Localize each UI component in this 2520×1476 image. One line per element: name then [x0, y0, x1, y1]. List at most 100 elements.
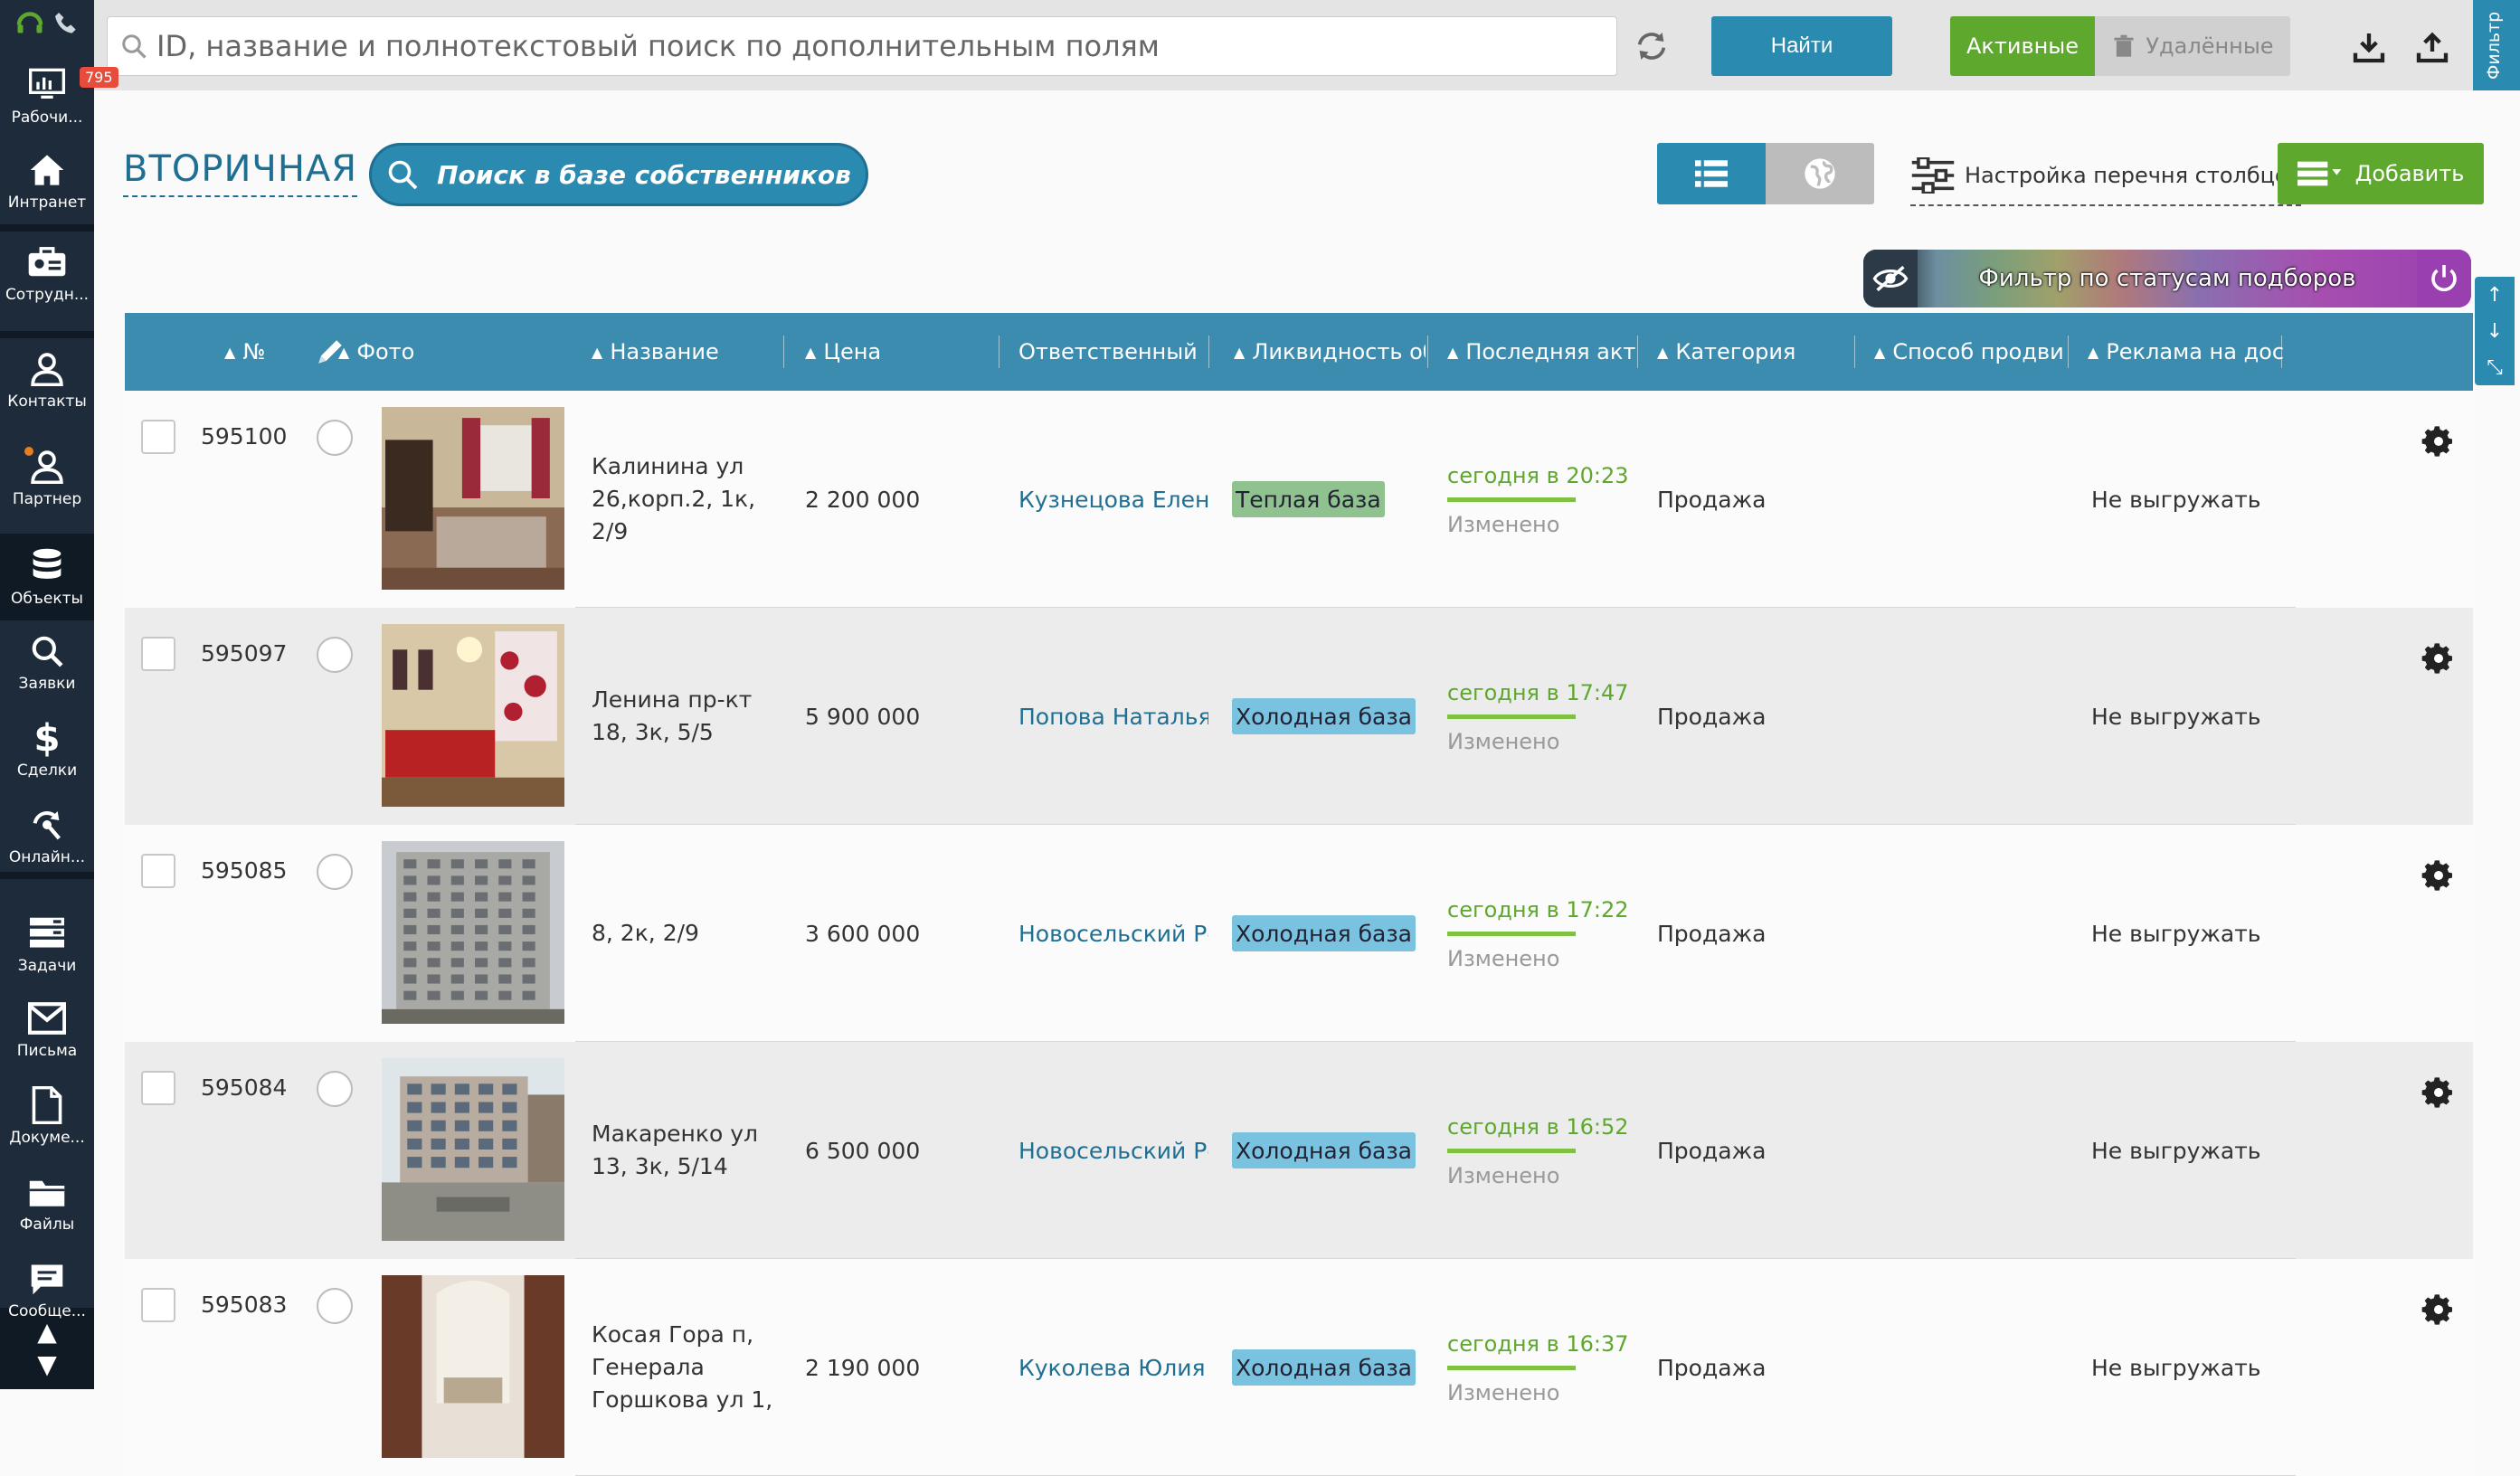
- sidebar-item-message[interactable]: Сообще...: [0, 1246, 94, 1333]
- sidebar-item-search[interactable]: Заявки: [0, 619, 94, 705]
- row-radio[interactable]: [317, 420, 353, 456]
- sort-arrow-icon[interactable]: ▲: [1657, 344, 1668, 361]
- column-header[interactable]: ▲ Реклама на дос: [2088, 313, 2283, 391]
- sidebar-item-document[interactable]: Докуме...: [0, 1073, 94, 1159]
- active-filter-button[interactable]: Активные: [1950, 16, 2095, 76]
- row-radio[interactable]: [317, 1288, 353, 1324]
- list-view-button[interactable]: [1657, 143, 1766, 204]
- upload-button[interactable]: [2410, 25, 2455, 69]
- object-name[interactable]: Калинина ул 26,корп.2, 1к, 2/9: [592, 391, 782, 608]
- column-header[interactable]: ▲ №: [224, 313, 288, 391]
- object-photo[interactable]: [382, 624, 564, 807]
- sort-arrow-icon[interactable]: ▲: [1447, 344, 1458, 361]
- object-photo[interactable]: [382, 1275, 564, 1458]
- row-checkbox[interactable]: [141, 1288, 175, 1322]
- sidebar-item-home[interactable]: Интранет: [0, 137, 94, 224]
- column-header[interactable]: ▲ Фото: [338, 313, 501, 391]
- map-view-button[interactable]: [1766, 143, 1874, 204]
- sidebar-item-partner[interactable]: Партнер: [0, 434, 94, 521]
- sidebar-item-tasks[interactable]: Задачи: [0, 901, 94, 988]
- sidebar-item-database[interactable]: Объекты: [0, 534, 94, 620]
- responsible-link[interactable]: Новосельский Ро: [1018, 825, 1208, 1042]
- row-checkbox[interactable]: [141, 1071, 175, 1105]
- column-header[interactable]: ▲ Категория: [1657, 313, 1856, 391]
- find-button[interactable]: Найти: [1711, 16, 1892, 76]
- object-name[interactable]: Косая Гора п, Генерала Горшкова ул 1,: [592, 1259, 782, 1476]
- column-header[interactable]: ▲ Название: [592, 313, 796, 391]
- row-radio[interactable]: [317, 1071, 353, 1107]
- gear-icon[interactable]: [2421, 640, 2457, 680]
- deleted-filter-button[interactable]: Удалённые: [2095, 16, 2290, 76]
- row-radio[interactable]: [317, 637, 353, 673]
- download-button[interactable]: [2346, 25, 2392, 69]
- topbar: Найти Активные Удалённые: [94, 0, 2473, 90]
- edit-pencil-icon[interactable]: [315, 313, 351, 391]
- responsible-link[interactable]: Куколева Юлия: [1018, 1259, 1208, 1476]
- row-checkbox[interactable]: [141, 854, 175, 888]
- liquidity-badge: Теплая база: [1232, 481, 1385, 517]
- scroll-bottom-icon[interactable]: ↓: [2487, 320, 2503, 343]
- gear-icon[interactable]: [2421, 1074, 2457, 1114]
- owners-search-button[interactable]: Поиск в базе собственников: [369, 143, 868, 206]
- add-button[interactable]: Добавить: [2278, 143, 2484, 204]
- table-row[interactable]: 595097 Ленина пр-кт 18, 3к, 5/5 5 900 000 П…: [125, 608, 2473, 825]
- row-checkbox[interactable]: [141, 637, 175, 671]
- search-box[interactable]: [107, 16, 1617, 76]
- table-row[interactable]: 595083 Косая Гора п, Генерала Горшкова ул…: [125, 1259, 2473, 1476]
- hide-eye-icon[interactable]: [1863, 250, 1918, 308]
- scroll-top-icon[interactable]: ↑: [2487, 284, 2503, 307]
- sort-arrow-icon[interactable]: ▲: [2088, 344, 2098, 361]
- responsible-link[interactable]: Новосельский Ро: [1018, 1042, 1208, 1259]
- phone-icon[interactable]: [52, 9, 81, 38]
- columns-config-button[interactable]: Настройка перечня столбцов: [1910, 152, 2301, 206]
- page-title[interactable]: ВТОРИЧНАЯ: [123, 148, 358, 197]
- sort-arrow-icon[interactable]: ▲: [224, 344, 235, 361]
- table-row[interactable]: 595084 Макаренко ул 13, 3к, 5/14 6 500 000…: [125, 1042, 2473, 1259]
- scroll-down-icon[interactable]: ▼: [37, 1348, 57, 1381]
- sort-arrow-icon[interactable]: ▲: [1874, 344, 1885, 361]
- gear-icon[interactable]: [2421, 1292, 2457, 1331]
- row-radio[interactable]: [317, 854, 353, 890]
- column-header[interactable]: ▲ Последняя акт: [1447, 313, 1639, 391]
- owners-search-label: Поиск в базе собственников: [437, 159, 851, 190]
- database-icon: [30, 546, 64, 586]
- sidebar-item-employees[interactable]: Сотрудн...: [0, 230, 94, 317]
- support-headset-icon[interactable]: [14, 7, 46, 40]
- responsible-link[interactable]: Кузнецова Елена: [1018, 391, 1208, 608]
- sort-arrow-icon[interactable]: ▲: [1234, 344, 1245, 361]
- column-header[interactable]: ▲ Ликвидность об: [1234, 313, 1426, 391]
- object-photo[interactable]: [382, 407, 564, 590]
- responsible-link[interactable]: Попова Наталья: [1018, 608, 1208, 825]
- object-name[interactable]: 8, 2к, 2/9: [592, 825, 782, 1042]
- sidebar-item-contacts[interactable]: Контакты: [0, 336, 94, 423]
- sidebar-item-label: Файлы: [19, 1216, 75, 1234]
- refresh-button[interactable]: [1626, 24, 1677, 69]
- sort-arrow-icon[interactable]: ▲: [592, 344, 602, 361]
- sidebar-item-dashboard[interactable]: 795 Рабочи...: [0, 52, 118, 139]
- row-checkbox[interactable]: [141, 420, 175, 454]
- power-icon[interactable]: [2417, 250, 2471, 308]
- filter-panel-toggle[interactable]: Фильтр: [2473, 0, 2520, 90]
- gear-icon[interactable]: [2421, 423, 2457, 463]
- sort-arrow-icon[interactable]: ▲: [805, 344, 816, 361]
- object-name[interactable]: Ленина пр-кт 18, 3к, 5/5: [592, 608, 782, 825]
- object-photo[interactable]: [382, 841, 564, 1024]
- table-row[interactable]: 595100 Калинина ул 26,корп.2, 1к, 2/9 2 20…: [125, 391, 2473, 608]
- sidebar-item-mail[interactable]: Письма: [0, 986, 94, 1073]
- column-header[interactable]: Ответственный: [1018, 313, 1219, 391]
- search-input[interactable]: [147, 19, 1616, 73]
- expand-icon[interactable]: ⤡: [2487, 356, 2503, 379]
- object-name[interactable]: Макаренко ул 13, 3к, 5/14: [592, 1042, 782, 1259]
- column-header-label: Категория: [1675, 339, 1796, 364]
- column-header[interactable]: ▲ Способ продви: [1874, 313, 2066, 391]
- table-row[interactable]: 595085 8, 2к, 2/9 3 600 000 Новосельский Ро…: [125, 825, 2473, 1042]
- column-header[interactable]: ▲ Цена: [805, 313, 999, 391]
- sidebar-item-dollar[interactable]: $ Сделки: [0, 705, 94, 792]
- gear-icon[interactable]: [2421, 857, 2457, 897]
- sidebar-item-online[interactable]: Онлайн...: [0, 792, 94, 879]
- object-photo[interactable]: [382, 1058, 564, 1241]
- side-scroll-nav[interactable]: ↑ ↓ ⤡: [2475, 277, 2515, 385]
- sidebar-item-folder[interactable]: Файлы: [0, 1159, 94, 1246]
- status-filter-bar[interactable]: Фильтр по статусам подборов: [1863, 250, 2471, 308]
- object-category: Продажа: [1657, 1354, 1767, 1381]
